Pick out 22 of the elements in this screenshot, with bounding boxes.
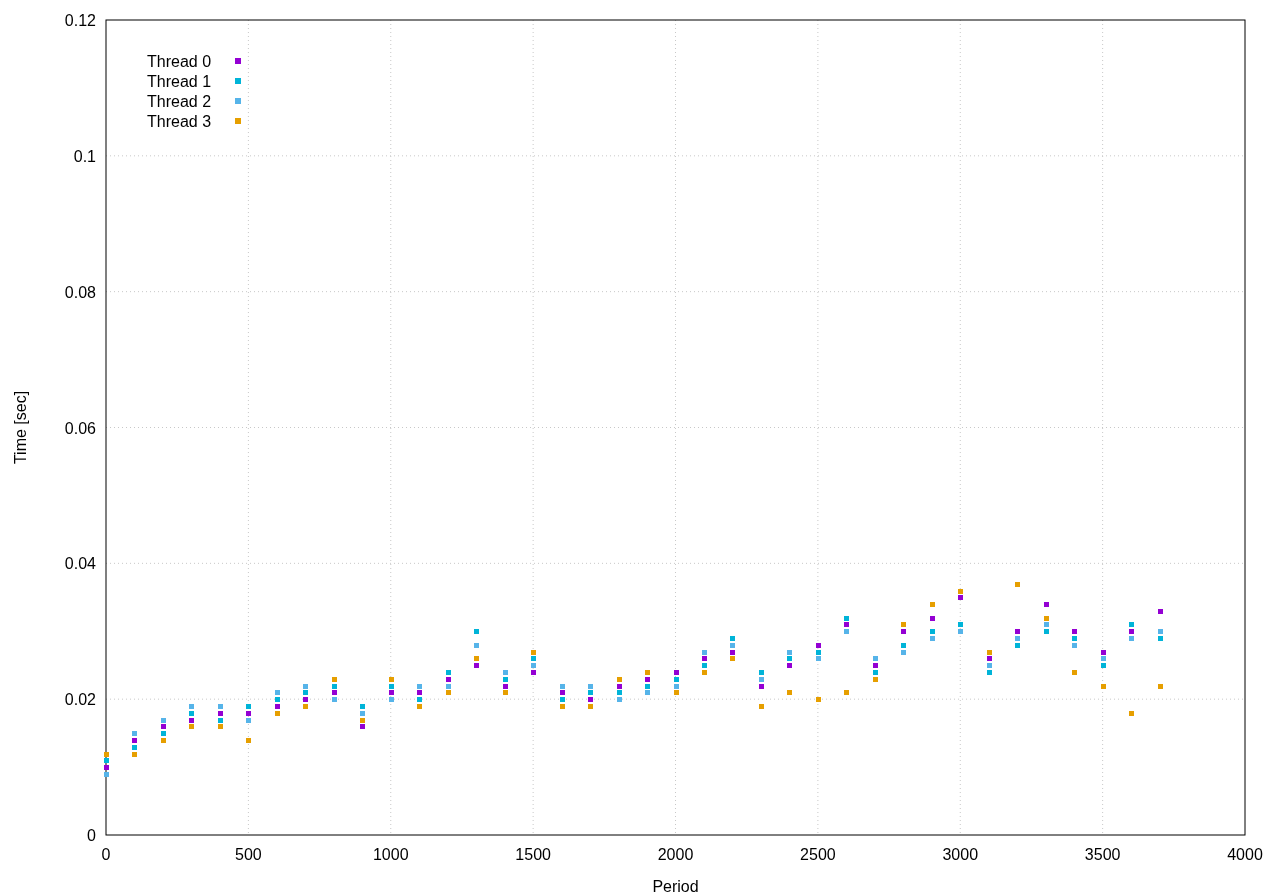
x-tick-label: 1000: [372, 846, 409, 863]
y-tick-label: 0.02: [64, 691, 96, 709]
y-tick-label: 0.06: [64, 419, 96, 437]
legend-label: Thread 3: [147, 113, 212, 130]
x-tick-label: 3000: [942, 846, 979, 863]
x-tick-label: 2500: [800, 846, 836, 863]
legend-label: Thread 0: [147, 53, 212, 70]
x-tick-label: 0: [101, 846, 111, 863]
x-axis-title: Period: [652, 878, 699, 895]
y-tick-label: 0.08: [64, 283, 96, 301]
legend-label: Thread 1: [147, 73, 212, 90]
y-axis-title: Time [sec]: [12, 390, 29, 465]
x-tick-label: 2000: [657, 846, 694, 863]
y-tick-label: 0.04: [64, 555, 96, 573]
legend-label: Thread 2: [147, 93, 212, 110]
x-tick-label: 3500: [1084, 846, 1121, 863]
x-tick-label: 500: [235, 846, 262, 863]
x-tick-label: 4000: [1227, 846, 1263, 863]
y-tick-label: 0: [87, 827, 96, 844]
y-tick-label: 0.1: [73, 147, 96, 165]
y-tick-label: 0.12: [64, 12, 96, 29]
x-tick-label: 1500: [515, 846, 551, 863]
